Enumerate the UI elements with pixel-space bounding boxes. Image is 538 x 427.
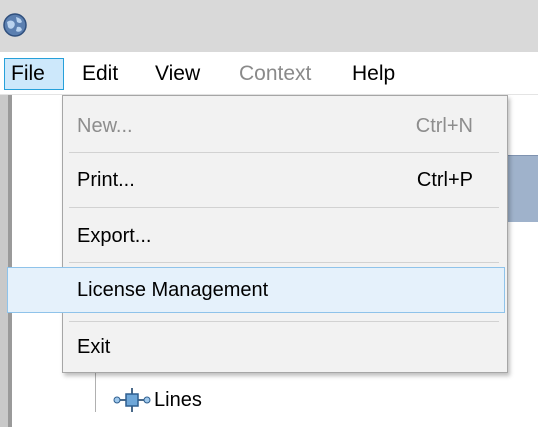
menu-item-exit-label: Exit [77,335,111,358]
menu-separator [69,207,499,208]
menu-item-new[interactable]: New... Ctrl+N [63,104,507,148]
menu-separator [69,321,499,322]
menu-view[interactable]: View [149,58,206,90]
menu-separator [69,262,499,263]
menu-file[interactable]: File [4,58,64,90]
network-node-icon [113,388,151,412]
title-bar [0,0,538,52]
menu-edit[interactable]: Edit [76,58,124,90]
menu-bar: File Edit View Context Help [0,52,538,95]
menu-item-exit[interactable]: Exit [63,326,507,368]
menu-item-new-shortcut: Ctrl+N [415,114,473,137]
tree-item-label: Lines [154,388,202,411]
tree-item-lines[interactable]: Lines [112,382,202,418]
menu-context[interactable]: Context [233,58,317,90]
menu-item-print-shortcut: Ctrl+P [416,168,473,191]
menu-item-print[interactable]: Print... Ctrl+P [63,158,507,202]
menu-item-export-label: Export... [77,224,152,247]
menu-item-license-label: License Management [77,278,269,301]
panel-header [505,155,538,222]
file-dropdown-menu: New... Ctrl+N Print... Ctrl+P Export... … [7,95,508,373]
left-border [0,95,8,427]
menu-item-new-label: New... [77,114,133,137]
menu-help[interactable]: Help [346,58,401,90]
globe-icon[interactable] [2,12,28,38]
tree-connector-line [95,372,96,412]
menu-item-license-management[interactable]: License Management [7,267,505,313]
menu-item-export[interactable]: Export... [63,214,507,258]
menu-separator [69,152,499,153]
menu-item-print-label: Print... [77,168,135,191]
